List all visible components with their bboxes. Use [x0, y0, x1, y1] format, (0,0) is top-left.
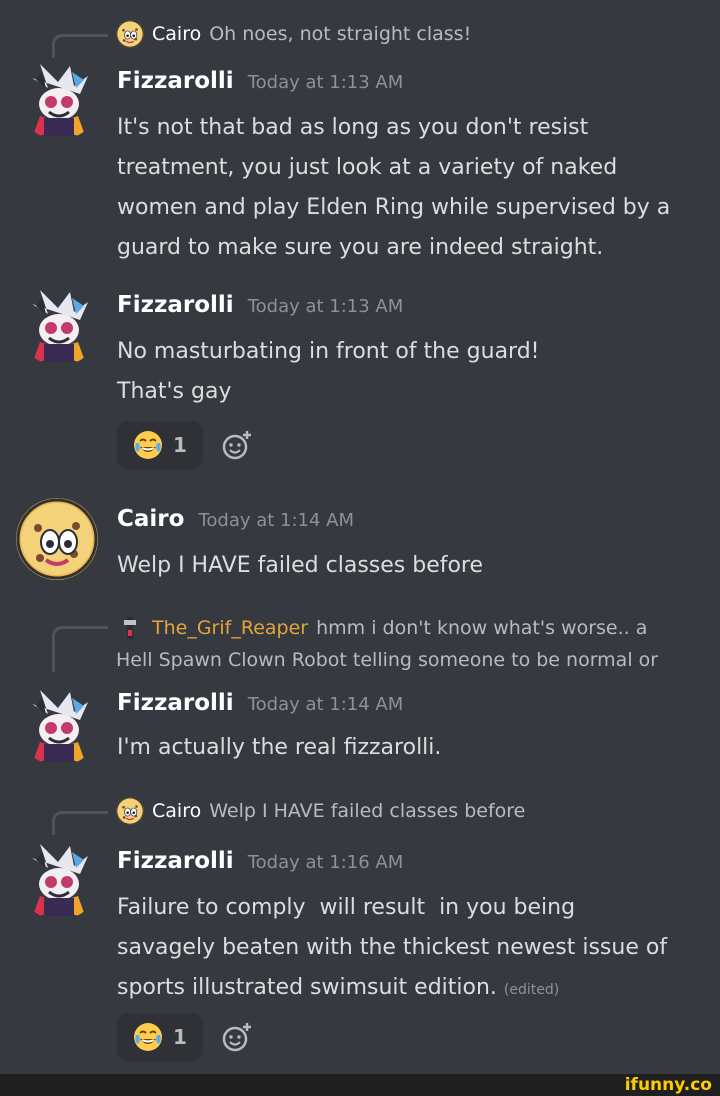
cairo-avatar-icon [116, 797, 144, 825]
reply-text: Oh noes, not straight class! [209, 23, 472, 45]
reaction-button[interactable]: 1 [117, 421, 203, 469]
cairo-avatar-icon[interactable] [16, 498, 98, 580]
timestamp: Today at 1:13 AM [247, 72, 404, 93]
message-header: Fizzarolli Today at 1:14 AM [117, 690, 403, 716]
reply-connector [52, 626, 108, 672]
fizzarolli-avatar-icon[interactable] [18, 838, 100, 920]
reply-preview[interactable]: The_Grif_Reaper hmm i don't know what's … [116, 614, 647, 642]
message-text: I'm actually the real fizzarolli. [117, 735, 442, 760]
reaction-count: 1 [173, 433, 187, 457]
message-header: Fizzarolli Today at 1:16 AM [117, 848, 403, 874]
message-header: Cairo Today at 1:14 AM [117, 506, 354, 532]
reply-author[interactable]: Cairo [152, 798, 201, 824]
fizzarolli-avatar-icon[interactable] [18, 684, 100, 766]
reaction-button[interactable]: 1 [117, 1013, 203, 1061]
username[interactable]: Cairo [117, 506, 184, 532]
username[interactable]: Fizzarolli [117, 292, 234, 318]
add-reaction-icon[interactable] [220, 1020, 254, 1054]
edited-label: (edited) [503, 982, 560, 998]
reply-connector [52, 34, 108, 58]
timestamp: Today at 1:14 AM [247, 694, 404, 715]
username[interactable]: Fizzarolli [117, 68, 234, 94]
message-body: Failure to comply will result in you bei… [117, 895, 668, 1000]
message-text: Failure to comply will result in you bei… [117, 888, 707, 1010]
reply-connector [52, 811, 108, 835]
timestamp: Today at 1:16 AM [247, 852, 404, 873]
fizzarolli-avatar-icon[interactable] [18, 58, 100, 140]
reply-preview[interactable]: Cairo Welp I HAVE failed classes before [116, 797, 525, 825]
cairo-avatar-icon [116, 20, 144, 48]
joy-emoji-icon [133, 430, 164, 460]
fizzarolli-avatar-icon[interactable] [18, 284, 100, 366]
timestamp: Today at 1:13 AM [247, 296, 404, 317]
reply-author[interactable]: The_Grif_Reaper [152, 615, 308, 641]
message-text: Welp I HAVE failed classes before [117, 553, 484, 578]
reply-author[interactable]: Cairo [152, 21, 201, 47]
reply-text: hmm i don't know what's worse.. a [316, 617, 648, 639]
message-header: Fizzarolli Today at 1:13 AM [117, 68, 403, 94]
message-header: Fizzarolli Today at 1:13 AM [117, 292, 403, 318]
reaction-count: 1 [173, 1025, 187, 1049]
reaper-avatar-icon [124, 617, 136, 639]
add-reaction-icon[interactable] [220, 428, 254, 462]
reply-text: Welp I HAVE failed classes before [209, 800, 526, 822]
message-text: It's not that bad as long as you don't r… [117, 115, 671, 260]
message-text: No masturbating in front of the guard! T… [117, 339, 540, 404]
ifunny-watermark: ifunny.co [624, 1075, 712, 1095]
watermark-bar: ifunny.co [0, 1074, 720, 1096]
reply-text-continued: Hell Spawn Clown Robot telling someone t… [116, 649, 659, 671]
username[interactable]: Fizzarolli [117, 848, 234, 874]
timestamp: Today at 1:14 AM [198, 510, 355, 531]
joy-emoji-icon [133, 1022, 164, 1052]
username[interactable]: Fizzarolli [117, 690, 234, 716]
reply-preview[interactable]: Cairo Oh noes, not straight class! [116, 20, 471, 48]
